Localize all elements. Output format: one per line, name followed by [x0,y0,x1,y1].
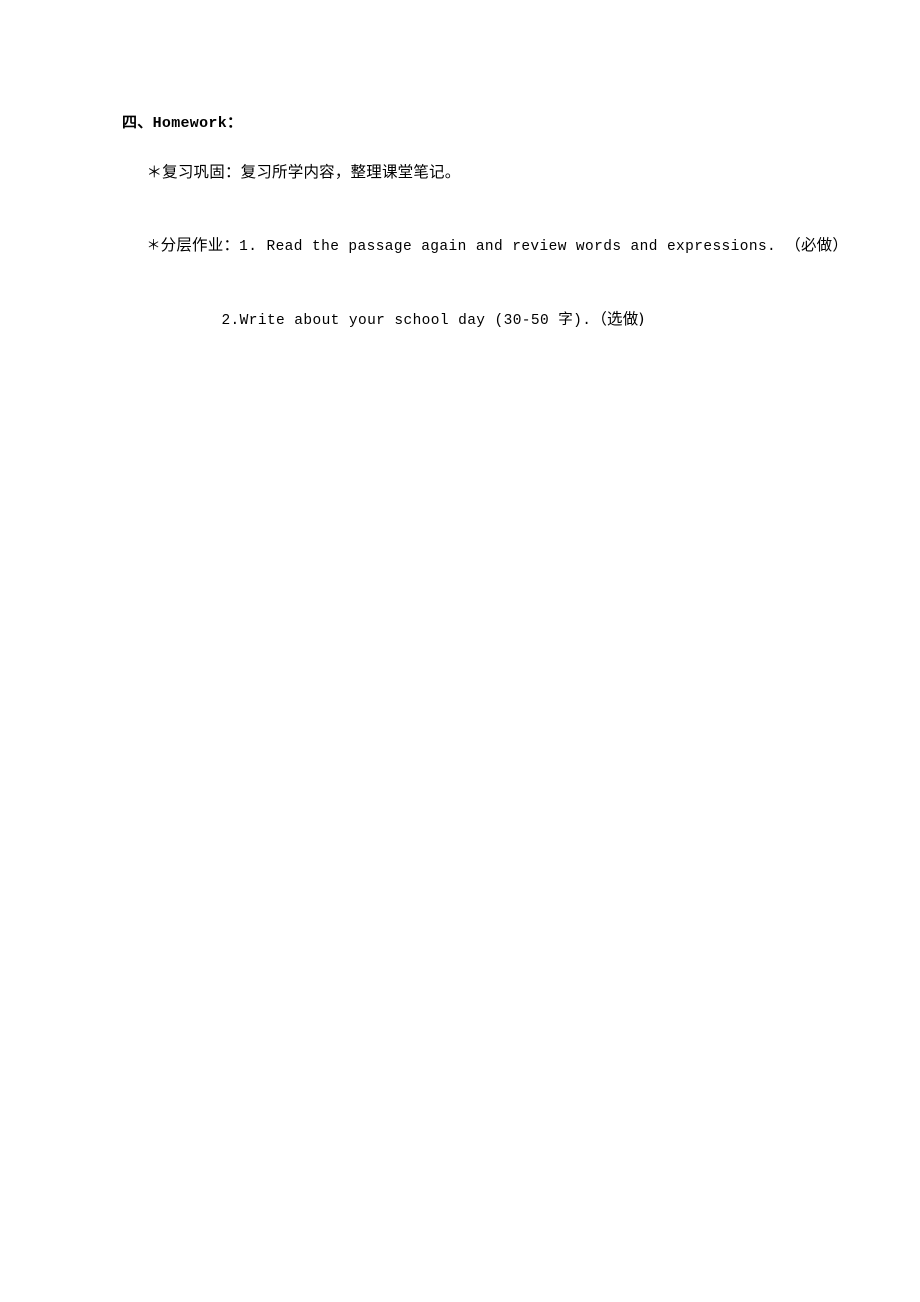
section-heading: 四、Homework： [122,115,243,132]
homework-item-tiered-2-tag: （选做) [591,310,645,328]
homework-item-tiered-1-tag: （必做） [785,236,849,254]
homework-item-tiered-2: 2.Write about your school day (30-50 字).… [122,283,822,357]
document-page: 四、Homework： ＊复习巩固：复习所学内容，整理课堂笔记。 ＊分层作业：1… [0,0,920,1302]
bullet-star-icon: ＊ [146,238,161,254]
homework-item-review: ＊复习巩固：复习所学内容，整理课堂笔记。 [122,136,822,209]
homework-item-tiered-2-text: Write about your school day (30-50 字). [239,313,592,329]
homework-item-tiered-1-text: Read the passage again and review words … [266,239,786,255]
homework-item-tiered-1: ＊分层作业：1. Read the passage again and revi… [122,209,847,283]
homework-item-tiered-2-number: 2. [221,313,240,329]
homework-item-review-text: ＊复习巩固：复习所学内容，整理课堂笔记。 [146,163,461,181]
homework-item-tiered-label: 分层作业： [160,236,240,254]
homework-section: 四、Homework： ＊复习巩固：复习所学内容，整理课堂笔记。 ＊分层作业：1… [122,112,848,357]
homework-item-tiered-1-number: 1. [239,239,267,255]
